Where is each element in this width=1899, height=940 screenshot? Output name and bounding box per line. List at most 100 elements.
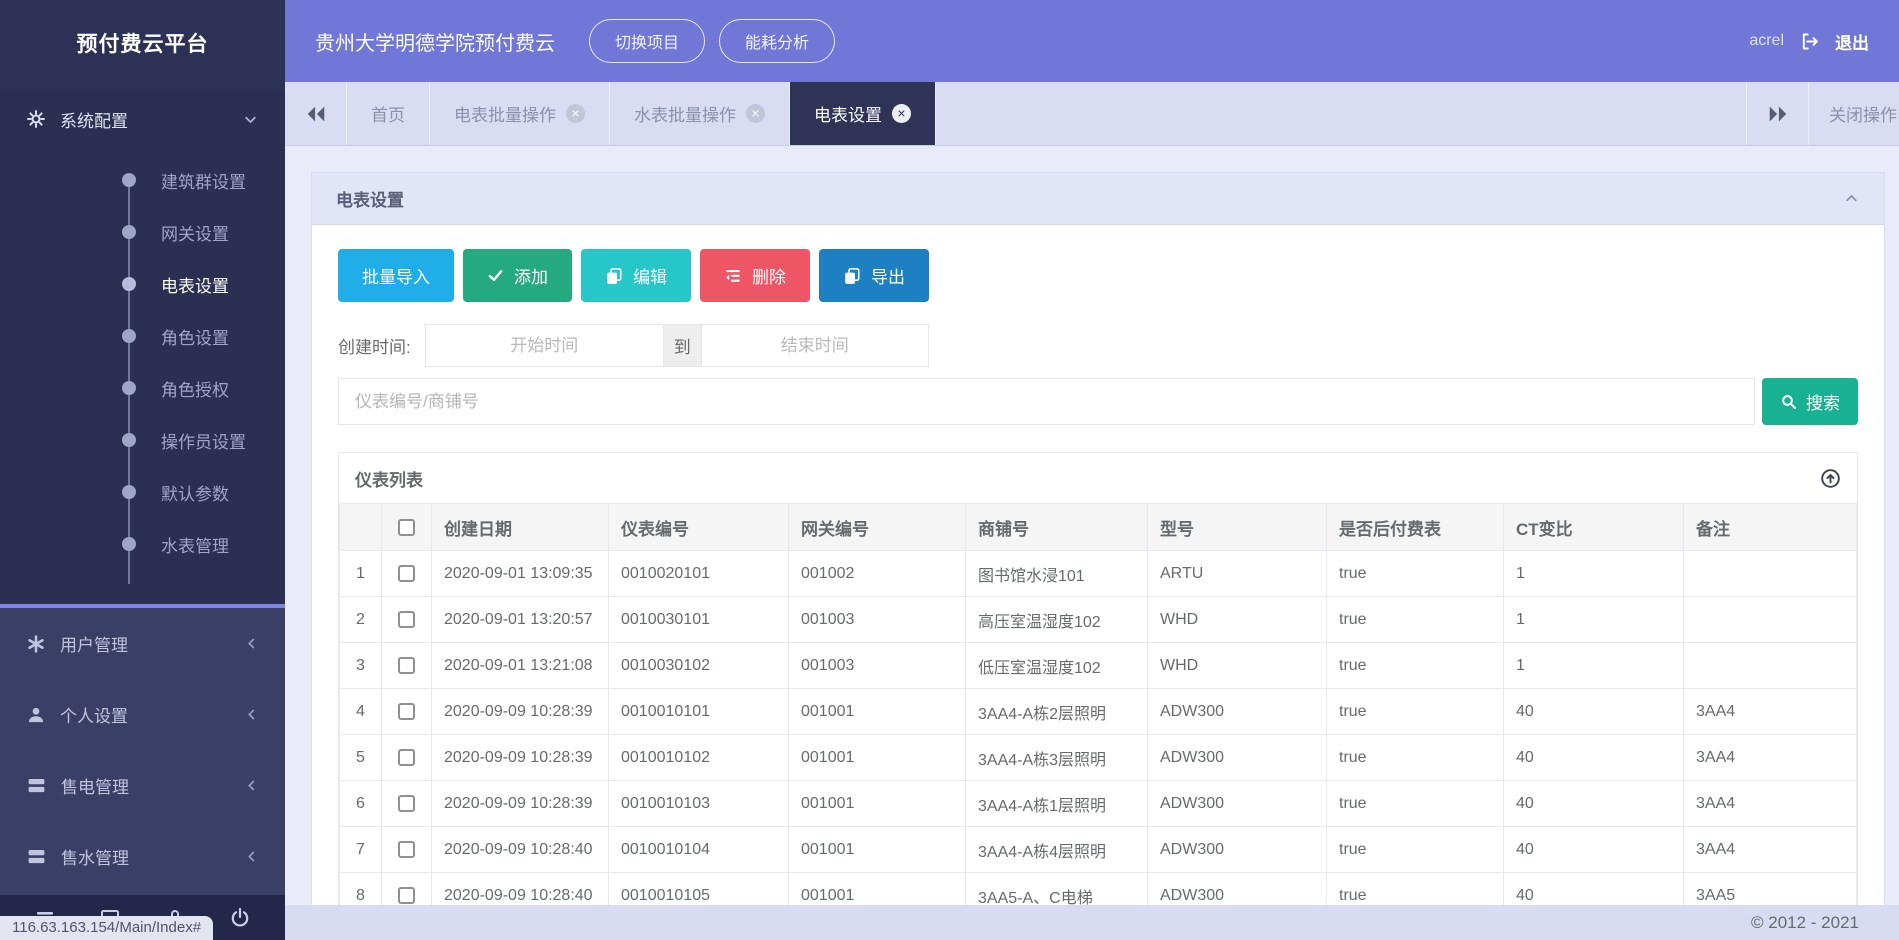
table-row[interactable]: 2 2020-09-01 13:20:57 0010030101 001003 … <box>340 597 1857 643</box>
sidebar-subitem-label: 建筑群设置 <box>161 168 246 193</box>
cell-created-date: 2020-09-01 13:21:08 <box>432 643 609 689</box>
sidebar-item-system-config[interactable]: 系统配置 <box>0 90 285 148</box>
table-row[interactable]: 7 2020-09-09 10:28:40 0010010104 001001 … <box>340 827 1857 873</box>
export-button[interactable]: 导出 <box>819 249 929 302</box>
cell-checkbox <box>382 689 432 735</box>
sidebar-item-user-management[interactable]: 用户管理 <box>0 608 285 679</box>
button-label: 批量导入 <box>362 263 430 288</box>
cell-checkbox <box>382 735 432 781</box>
sidebar-subitem-label: 角色设置 <box>161 324 229 349</box>
asterisk-icon <box>26 634 46 654</box>
sidebar-section-system-config: 系统配置 建筑群设置 网关设置 电表设置 角色设置 角色授权 操作员设置 默认参… <box>0 90 285 604</box>
sidebar-subitem[interactable]: 网关设置 <box>0 206 285 258</box>
power-icon[interactable] <box>228 906 252 930</box>
date-range-group: 到 <box>425 324 929 367</box>
select-all-checkbox[interactable] <box>398 519 415 536</box>
table-row[interactable]: 1 2020-09-01 13:09:35 0010020101 001002 … <box>340 551 1857 597</box>
table-row[interactable]: 4 2020-09-09 10:28:39 0010010101 001001 … <box>340 689 1857 735</box>
cell-shop-number: 3AA4-A栋1层照明 <box>966 781 1148 827</box>
collapse-chevron-up-icon[interactable] <box>1843 190 1860 207</box>
close-icon[interactable]: × <box>566 104 585 123</box>
cell-model: ADW300 <box>1148 781 1327 827</box>
edit-button[interactable]: 编辑 <box>581 249 691 302</box>
cell-checkbox <box>382 643 432 689</box>
row-checkbox[interactable] <box>398 703 415 720</box>
collapse-up-circle-icon[interactable] <box>1820 468 1841 489</box>
sidebar-subitem-label: 水表管理 <box>161 532 229 557</box>
row-checkbox[interactable] <box>398 611 415 628</box>
sidebar-submenu: 建筑群设置 网关设置 电表设置 角色设置 角色授权 操作员设置 默认参数 水表管… <box>0 148 285 570</box>
cell-row-index: 8 <box>340 873 382 906</box>
cell-ct-ratio: 1 <box>1504 551 1684 597</box>
tab-label: 水表批量操作 <box>634 101 736 126</box>
row-checkbox[interactable] <box>398 887 415 904</box>
start-time-input[interactable] <box>425 324 664 367</box>
tabbar: 首页 电表批量操作 × 水表批量操作 × 电表设置 × 关闭操作 <box>285 82 1899 146</box>
add-button[interactable]: 添加 <box>463 249 572 302</box>
table-row[interactable]: 6 2020-09-09 10:28:39 0010010103 001001 … <box>340 781 1857 827</box>
cell-row-index: 2 <box>340 597 382 643</box>
table-row[interactable]: 8 2020-09-09 10:28:40 0010010105 001001 … <box>340 873 1857 906</box>
sidebar-subitem[interactable]: 角色设置 <box>0 310 285 362</box>
panel-title: 电表设置 <box>336 186 404 211</box>
tab-meter-settings[interactable]: 电表设置 × <box>790 82 936 145</box>
sidebar-subitem[interactable]: 操作员设置 <box>0 414 285 466</box>
close-icon[interactable]: × <box>892 104 911 123</box>
close-operations-menu[interactable]: 关闭操作 <box>1808 82 1899 145</box>
button-label: 添加 <box>514 263 548 288</box>
logout-button[interactable]: 退出 <box>1835 29 1869 54</box>
row-checkbox[interactable] <box>398 795 415 812</box>
tab-label: 电表设置 <box>814 101 882 126</box>
row-checkbox[interactable] <box>398 565 415 582</box>
close-icon[interactable]: × <box>746 104 765 123</box>
row-checkbox[interactable] <box>398 749 415 766</box>
sidebar-item-personal-settings[interactable]: 个人设置 <box>0 679 285 750</box>
sidebar-subitem[interactable]: 建筑群设置 <box>0 154 285 206</box>
column-header: 备注 <box>1684 504 1857 551</box>
cell-shop-number: 3AA4-A栋2层照明 <box>966 689 1148 735</box>
cell-row-index: 3 <box>340 643 382 689</box>
table-row[interactable]: 5 2020-09-09 10:28:39 0010010102 001001 … <box>340 735 1857 781</box>
sidebar-item-label: 售水管理 <box>61 844 129 869</box>
search-button[interactable]: 搜索 <box>1762 378 1858 425</box>
tabs-scroll-right-button[interactable] <box>1746 82 1808 145</box>
search-input[interactable] <box>338 378 1755 425</box>
cell-checkbox <box>382 597 432 643</box>
tab-home[interactable]: 首页 <box>347 82 430 145</box>
cell-gateway-number: 001001 <box>789 689 966 735</box>
search-icon <box>1780 393 1798 411</box>
row-checkbox[interactable] <box>398 657 415 674</box>
cell-gateway-number: 001003 <box>789 597 966 643</box>
end-time-input[interactable] <box>701 324 929 367</box>
switch-project-button[interactable]: 切换项目 <box>589 19 705 63</box>
paste-icon <box>843 267 861 285</box>
sidebar-subitem[interactable]: 电表设置 <box>0 258 285 310</box>
sidebar-subitem[interactable]: 默认参数 <box>0 466 285 518</box>
cell-created-date: 2020-09-09 10:28:40 <box>432 827 609 873</box>
logout-icon[interactable] <box>1799 31 1820 52</box>
sidebar-item-water-sales[interactable]: 售水管理 <box>0 821 285 892</box>
table-row[interactable]: 3 2020-09-01 13:21:08 0010030102 001003 … <box>340 643 1857 689</box>
cell-postpaid: true <box>1327 551 1504 597</box>
cell-model: WHD <box>1148 643 1327 689</box>
sidebar-subitem[interactable]: 水表管理 <box>0 518 285 570</box>
tab-water-batch-ops[interactable]: 水表批量操作 × <box>610 82 790 145</box>
sidebar-subitem[interactable]: 角色授权 <box>0 362 285 414</box>
sidebar-item-label: 售电管理 <box>61 773 129 798</box>
bullet-icon <box>122 329 136 343</box>
energy-analysis-button[interactable]: 能耗分析 <box>719 19 835 63</box>
select-all-header <box>382 504 432 551</box>
batch-import-button[interactable]: 批量导入 <box>338 249 454 302</box>
cell-meter-number: 0010010104 <box>609 827 789 873</box>
row-checkbox[interactable] <box>398 841 415 858</box>
delete-button[interactable]: 删除 <box>700 249 810 302</box>
column-header: 型号 <box>1148 504 1327 551</box>
tab-label: 首页 <box>371 101 405 126</box>
cell-gateway-number: 001002 <box>789 551 966 597</box>
paste-icon <box>605 267 623 285</box>
cell-shop-number: 3AA5-A、C电梯 <box>966 873 1148 906</box>
cell-model: ADW300 <box>1148 873 1327 906</box>
tab-meter-batch-ops[interactable]: 电表批量操作 × <box>430 82 610 145</box>
sidebar-item-electricity-sales[interactable]: 售电管理 <box>0 750 285 821</box>
tabs-scroll-left-button[interactable] <box>285 82 347 145</box>
